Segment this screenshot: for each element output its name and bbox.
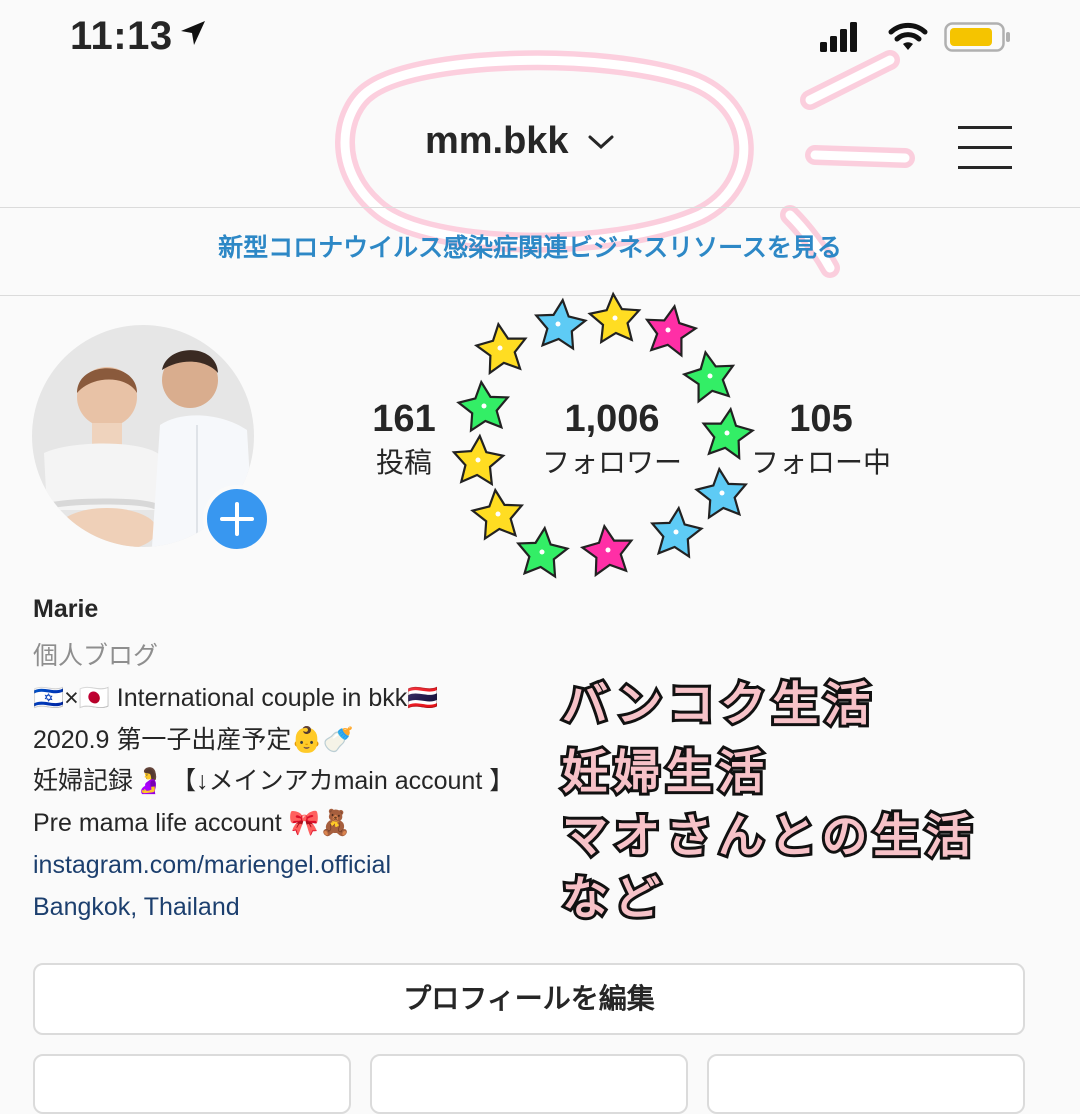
followers-stat[interactable]: 1,006 フォロワー	[512, 398, 712, 481]
followers-label: フォロワー	[541, 447, 682, 478]
hand-drawn-highlight	[335, 50, 915, 278]
following-stat[interactable]: 105 フォロー中	[721, 398, 921, 481]
annotation-line: など	[559, 868, 666, 928]
following-count: 105	[789, 398, 853, 440]
secondary-button[interactable]	[707, 1054, 1025, 1114]
bio-line: Pre mama life account 🎀🧸	[33, 809, 351, 837]
bio-line: 妊婦記録🤰 【↓メインアカmain account 】	[33, 767, 515, 795]
plus-icon	[220, 502, 254, 536]
followers-count: 1,006	[564, 398, 660, 440]
bio-website-link[interactable]: instagram.com/mariengel.official	[33, 850, 391, 880]
posts-count: 161	[372, 398, 436, 440]
covid-resources-link[interactable]: 新型コロナウイルス感染症関連ビジネスリソースを見る	[0, 228, 1060, 264]
bio-line: 🇮🇱×🇯🇵 International couple in bkk🇹🇭	[33, 684, 439, 712]
following-label: フォロー中	[750, 447, 891, 478]
posts-stat[interactable]: 161 投稿	[304, 398, 504, 481]
posts-label: 投稿	[375, 447, 432, 478]
annotation-line: マオさんとの生活	[559, 806, 978, 866]
annotation-line: バンコク生活	[559, 674, 877, 734]
profile-name: Marie	[33, 595, 99, 623]
edit-profile-button[interactable]: プロフィールを編集	[33, 963, 1025, 1035]
secondary-button[interactable]	[33, 1054, 351, 1114]
annotation-line: 妊婦生活	[559, 742, 770, 802]
divider	[0, 207, 1080, 208]
bio-line: 2020.9 第一子出産予定👶🍼	[33, 726, 354, 754]
secondary-button[interactable]	[370, 1054, 688, 1114]
profile-category: 個人ブログ	[33, 642, 159, 670]
add-story-button[interactable]	[203, 485, 271, 553]
bio-location[interactable]: Bangkok, Thailand	[33, 892, 240, 922]
